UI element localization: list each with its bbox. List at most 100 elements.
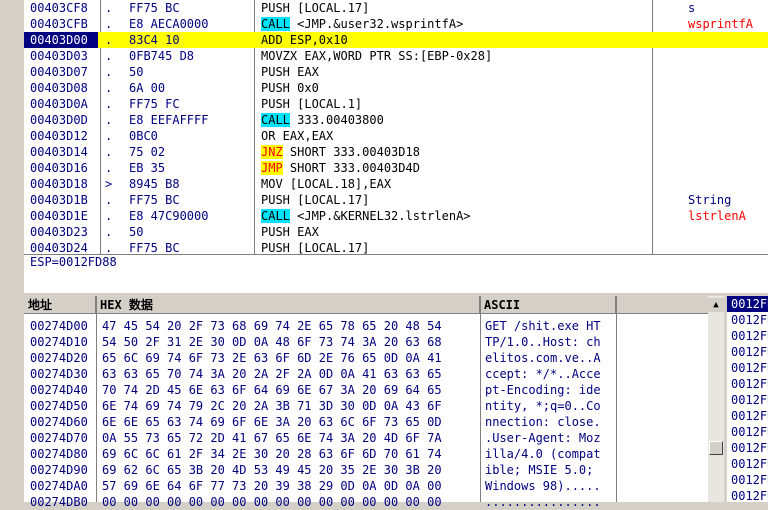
stack-pane[interactable]: 0012FD0012FD0012FD0012FD0012FD0012FD0012… xyxy=(727,296,768,503)
stack-row[interactable]: 0012FD xyxy=(727,328,768,344)
stack-row[interactable]: 0012FD xyxy=(727,360,768,376)
disasm-row[interactable]: 00403D18 >8945 B8 MOV [LOCAL.18],EAX xyxy=(24,176,768,192)
disasm-row[interactable]: 00403D16. EB 35 JMP SHORT 333.00403D4D xyxy=(24,160,768,176)
disasm-hex: 50 xyxy=(129,225,144,239)
stack-row[interactable]: 0012FD xyxy=(727,424,768,440)
info-text: ESP=0012FD88 xyxy=(30,255,117,269)
disasm-hex: 0FB745 D8 xyxy=(129,49,195,63)
disasm-row[interactable]: 00403D14. 75 02 JNZ SHORT 333.00403D18 xyxy=(24,144,768,160)
disasm-row[interactable]: 00403CF8. FF75 BC PUSH [LOCAL.17] s xyxy=(24,0,768,16)
disasm-address: 00403D0A xyxy=(30,97,88,111)
dump-header-ascii[interactable]: ASCII xyxy=(480,296,616,314)
scroll-thumb[interactable] xyxy=(709,441,723,455)
dump-address: 00274D20 xyxy=(30,351,88,365)
disasm-operands: PUSH [LOCAL.17] xyxy=(261,1,370,15)
stack-row[interactable]: 0012FD xyxy=(727,408,768,424)
disasm-address: 00403D24 xyxy=(30,241,88,254)
disasm-instruction: PUSH [LOCAL.17] xyxy=(261,192,369,208)
dump-ascii: ntity, *;q=0..Co xyxy=(485,399,601,413)
dump-hex-bytes: 63 63 65 70 74 3A 20 2A 2F 2A 0D 0A 41 6… xyxy=(102,367,442,381)
disasm-instruction: CALL 333.00403800 xyxy=(261,112,384,128)
disasm-row[interactable]: 00403CFB. E8 AECA0000 CALL <JMP.&user32.ws… xyxy=(24,16,768,32)
disasm-operands: <JMP.&user32.wsprintfA> xyxy=(289,17,464,31)
dump-address: 00274D00 xyxy=(30,319,88,333)
disasm-address: 00403D1B xyxy=(30,193,88,207)
disasm-row[interactable]: 00403D12. 0BC0 OR EAX,EAX xyxy=(24,128,768,144)
disasm-row[interactable]: 00403D1E. E8 47C90000 CALL <JMP.&KERNEL32.… xyxy=(24,208,768,224)
dump-hex-bytes: 54 50 2F 31 2E 30 0D 0A 48 6F 73 74 3A 2… xyxy=(102,335,442,349)
disasm-hex: 8945 B8 xyxy=(129,177,180,191)
dump-address: 00274DA0 xyxy=(30,479,88,493)
disasm-instruction: CALL <JMP.&user32.wsprintfA> xyxy=(261,16,463,32)
dump-scrollbar[interactable]: ▲ xyxy=(708,296,724,502)
disasm-mnemonic: CALL xyxy=(261,113,290,127)
dump-ascii: elitos.com.ve..A xyxy=(485,351,601,365)
disasm-instruction: PUSH [LOCAL.1] xyxy=(261,96,362,112)
disasm-row[interactable]: 00403D00. 83C4 10 ADD ESP,0x10 xyxy=(24,32,768,48)
disasm-instruction: CALL <JMP.&KERNEL32.lstrlenA> xyxy=(261,208,471,224)
dump-address: 00274D50 xyxy=(30,399,88,413)
dump-header-address[interactable]: 地址 xyxy=(24,296,96,314)
disasm-row[interactable]: 00403D0D. E8 EEFAFFFF CALL 333.00403800 xyxy=(24,112,768,128)
disasm-flow-mark: . xyxy=(105,193,113,207)
dump-hex-bytes: 6E 6E 65 63 74 69 6F 6E 3A 20 63 6C 6F 7… xyxy=(102,415,442,429)
disasm-operands: MOV [LOCAL.18],EAX xyxy=(261,177,392,191)
scroll-up-arrow-icon[interactable]: ▲ xyxy=(708,298,724,312)
disasm-operands: 333.00403800 xyxy=(289,113,384,127)
stack-row[interactable]: 0012FD xyxy=(727,440,768,456)
disasm-gutter xyxy=(0,0,24,292)
disasm-operands: PUSH [LOCAL.17] xyxy=(261,193,370,207)
disasm-hex: FF75 FC xyxy=(129,97,180,111)
disasm-comment: s xyxy=(688,1,696,15)
stack-row[interactable]: 0012FD xyxy=(727,376,768,392)
disasm-row[interactable]: 00403D03. 0FB745 D8 MOVZX EAX,WORD PTR SS:… xyxy=(24,48,768,64)
stack-row[interactable]: 0012FD xyxy=(727,312,768,328)
disasm-address: 00403CF8 xyxy=(30,1,88,15)
disasm-address: 00403D12 xyxy=(30,129,88,143)
disasm-flow-mark: . xyxy=(105,113,113,127)
dump-ascii: Windows 98)..... xyxy=(485,479,601,493)
disasm-hex: 83C4 10 xyxy=(129,33,180,47)
dump-ascii: ible; MSIE 5.0; xyxy=(485,463,601,477)
disasm-row[interactable]: 00403D0A. FF75 FC PUSH [LOCAL.1] xyxy=(24,96,768,112)
stack-row[interactable]: 0012FD xyxy=(727,456,768,472)
stack-row[interactable]: 0012FD xyxy=(727,472,768,488)
dump-hex-bytes: 00 00 00 00 00 00 00 00 00 00 00 00 00 0… xyxy=(102,495,442,509)
disasm-flow-mark: > xyxy=(105,177,113,191)
disasm-hex: FF75 BC xyxy=(129,241,180,254)
disasm-instruction: OR EAX,EAX xyxy=(261,128,333,144)
disasm-row[interactable]: 00403D08. 6A 00 PUSH 0x0 xyxy=(24,80,768,96)
disasm-row[interactable]: 00403D24. FF75 BC PUSH [LOCAL.17] xyxy=(24,240,768,254)
disasm-row[interactable]: 00403D1B. FF75 BC PUSH [LOCAL.17] String xyxy=(24,192,768,208)
disasm-row[interactable]: 00403D23. 50 PUSH EAX xyxy=(24,224,768,240)
disasm-flow-mark: . xyxy=(105,209,113,223)
disassembly-pane[interactable]: 00403CF8. FF75 BC PUSH [LOCAL.17] s 00403CFB… xyxy=(24,0,768,254)
disasm-flow-mark: . xyxy=(105,241,113,254)
disasm-hex: 50 xyxy=(129,65,144,79)
disasm-operands: PUSH [LOCAL.1] xyxy=(261,97,363,111)
disasm-address: 00403D0D xyxy=(30,113,88,127)
disasm-comment: wsprintfA xyxy=(688,17,754,31)
dump-ascii: TP/1.0..Host: ch xyxy=(485,335,601,349)
hex-dump-pane[interactable]: 地址 HEX 数据 ASCII 00274D00 47 45 54 20 2F 7… xyxy=(24,296,724,509)
disasm-instruction: MOVZX EAX,WORD PTR SS:[EBP-0x28] xyxy=(261,48,492,64)
dump-address: 00274D70 xyxy=(30,431,88,445)
dump-ascii: ................ xyxy=(485,495,601,509)
disasm-address: 00403D23 xyxy=(30,225,88,239)
disasm-operands: OR EAX,EAX xyxy=(261,129,334,143)
disasm-flow-mark: . xyxy=(105,145,113,159)
dump-hex-bytes: 6E 74 69 74 79 2C 20 2A 3B 71 3D 30 0D 0… xyxy=(102,399,442,413)
disasm-operands: SHORT 333.00403D18 xyxy=(282,145,420,159)
disasm-instruction: JNZ SHORT 333.00403D18 xyxy=(261,144,420,160)
disasm-instruction: PUSH [LOCAL.17] xyxy=(261,0,369,16)
disasm-mnemonic: CALL xyxy=(261,17,290,31)
disasm-row[interactable]: 00403D07. 50 PUSH EAX xyxy=(24,64,768,80)
stack-row[interactable]: 0012FD xyxy=(727,344,768,360)
stack-row[interactable]: 0012FD xyxy=(727,296,768,312)
dump-header-hex[interactable]: HEX 数据 xyxy=(96,296,480,314)
disasm-flow-mark: . xyxy=(105,97,113,111)
stack-row[interactable]: 0012FD xyxy=(727,392,768,408)
dump-hex-bytes: 70 74 2D 45 6E 63 6F 64 69 6E 67 3A 20 6… xyxy=(102,383,442,397)
dump-col-sep xyxy=(616,296,617,502)
disasm-operands: MOVZX EAX,WORD PTR SS:[EBP-0x28] xyxy=(261,49,493,63)
